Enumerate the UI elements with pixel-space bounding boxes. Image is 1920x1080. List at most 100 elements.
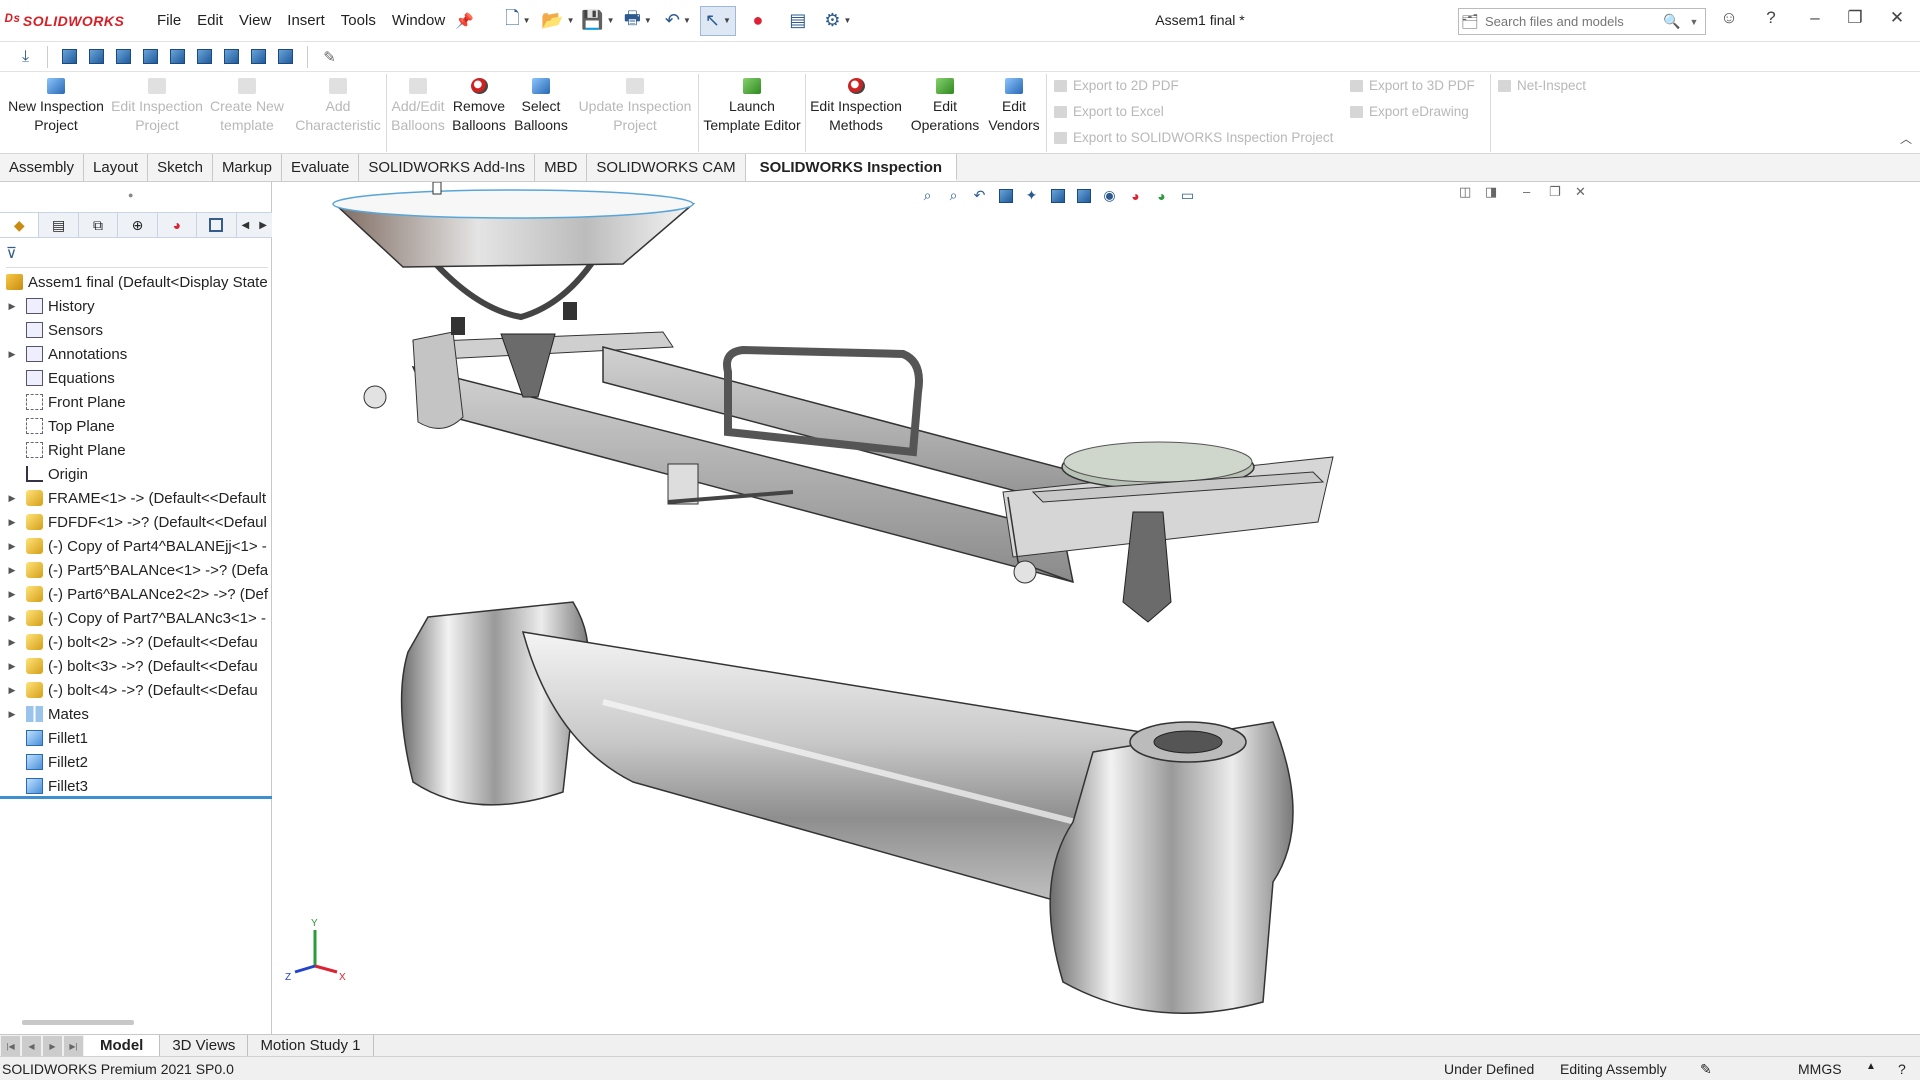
collapse-ribbon-icon[interactable]: ︿: [1900, 130, 1912, 147]
bottom-view-button[interactable]: [193, 46, 216, 68]
add-edit-balloons-button[interactable]: Add/Edit Balloons: [388, 78, 448, 135]
tree-item-right-plane[interactable]: Right Plane: [0, 438, 272, 462]
solidworks-logo[interactable]: ᴰˢ SOLIDWORKS: [4, 11, 144, 31]
new-inspection-project-button[interactable]: New Inspection Project: [4, 78, 108, 135]
trimetric-view-button[interactable]: [247, 46, 270, 68]
tree-horizontal-scrollbar[interactable]: [22, 1020, 134, 1025]
add-characteristic-button[interactable]: Add Characteristic: [292, 78, 384, 135]
right-view-button[interactable]: [139, 46, 162, 68]
menu-insert[interactable]: Insert: [279, 0, 333, 42]
net-inspect-button[interactable]: Net-Inspect: [1498, 78, 1586, 93]
tree-item-component[interactable]: ▶ FDFDF<1> ->? (Default<<Defaul: [0, 510, 272, 534]
open-button[interactable]: 📂 ▼: [540, 6, 576, 36]
next-tab-icon[interactable]: ▶: [43, 1036, 62, 1056]
tree-item-origin[interactable]: Origin: [0, 462, 272, 486]
edit-operations-button[interactable]: Edit Operations: [908, 78, 982, 135]
first-tab-icon[interactable]: |◀: [1, 1036, 20, 1056]
tree-item-annotations[interactable]: ▶ Annotations: [0, 342, 272, 366]
print-button[interactable]: 🖶 ▼: [620, 6, 656, 36]
menu-edit[interactable]: Edit: [189, 0, 231, 42]
rebuild-button[interactable]: ●: [740, 6, 776, 36]
last-tab-icon[interactable]: ▶|: [64, 1036, 83, 1056]
tab-mbd[interactable]: MBD: [535, 154, 588, 181]
tree-item-component[interactable]: ▶ (-) Copy of Part4^BALANEjj<1> -: [0, 534, 272, 558]
property-manager-tab[interactable]: ▤: [39, 213, 79, 237]
feature-manager-tab[interactable]: ◆: [0, 213, 40, 237]
tab-motion-study[interactable]: Motion Study 1: [248, 1035, 374, 1056]
previous-tab-icon[interactable]: ◀: [22, 1036, 41, 1056]
view-selector-button[interactable]: ✎: [318, 46, 341, 68]
select-balloons-button[interactable]: Select Balloons: [512, 78, 570, 135]
expand-arrow-icon[interactable]: ▶: [6, 493, 18, 504]
menu-tools[interactable]: Tools: [333, 0, 384, 42]
back-view-button[interactable]: [85, 46, 108, 68]
remove-balloons-button[interactable]: Remove Balloons: [450, 78, 508, 135]
expand-arrow-icon[interactable]: ▶: [6, 301, 18, 312]
tree-root[interactable]: Assem1 final (Default<Display State: [0, 270, 272, 294]
tree-item-sensors[interactable]: Sensors: [0, 318, 272, 342]
graphics-area[interactable]: ⌕ ⌕ ↶ ✦ ◉ ◕ ◕ ▭ ◫ ◨ – ❐ ✕ Y X Z: [273, 182, 1920, 1034]
update-inspection-project-button[interactable]: Update Inspection Project: [574, 78, 696, 135]
tree-item-front-plane[interactable]: Front Plane: [0, 390, 272, 414]
edit-inspection-methods-button[interactable]: Edit Inspection Methods: [808, 78, 904, 135]
launch-template-editor-button[interactable]: Launch Template Editor: [700, 78, 804, 135]
tabs-scroll-left-icon[interactable]: ◀: [237, 220, 255, 231]
rollback-bar[interactable]: [0, 796, 272, 799]
expand-arrow-icon[interactable]: ▶: [6, 349, 18, 360]
inspection-tab[interactable]: [197, 213, 237, 237]
left-view-button[interactable]: [112, 46, 135, 68]
expand-arrow-icon[interactable]: ▶: [6, 685, 18, 696]
export-inspection-project-button[interactable]: Export to SOLIDWORKS Inspection Project: [1054, 130, 1333, 145]
export-3d-pdf-button[interactable]: Export to 3D PDF: [1350, 78, 1475, 93]
tree-filter[interactable]: ⊽: [6, 244, 268, 268]
dimetric-view-button[interactable]: [274, 46, 297, 68]
expand-arrow-icon[interactable]: ▶: [6, 709, 18, 720]
edit-vendors-button[interactable]: Edit Vendors: [984, 78, 1044, 135]
tree-item-component[interactable]: ▶ (-) Part5^BALANce<1> ->? (Defa: [0, 558, 272, 582]
expand-arrow-icon[interactable]: ▶: [6, 517, 18, 528]
file-properties-button[interactable]: ▤: [780, 6, 816, 36]
menu-view[interactable]: View: [231, 0, 279, 42]
tree-item-equations[interactable]: Equations: [0, 366, 272, 390]
search-icon[interactable]: 🔍: [1661, 13, 1683, 30]
minimize-button[interactable]: –: [1800, 8, 1830, 34]
tree-item-component[interactable]: ▶ (-) bolt<2> ->? (Default<<Defau: [0, 630, 272, 654]
tabs-scroll-right-icon[interactable]: ▶: [254, 220, 272, 231]
export-excel-button[interactable]: Export to Excel: [1054, 104, 1164, 119]
tab-cam[interactable]: SOLIDWORKS CAM: [587, 154, 746, 181]
search-box[interactable]: 🗂 🔍 ▼: [1458, 8, 1706, 35]
menu-file[interactable]: File: [149, 0, 189, 42]
tab-sketch[interactable]: Sketch: [148, 154, 213, 181]
expand-arrow-icon[interactable]: ▶: [6, 613, 18, 624]
export-edrawing-button[interactable]: Export eDrawing: [1350, 104, 1469, 119]
status-help-icon[interactable]: ?: [1898, 1061, 1906, 1077]
tree-item-mates[interactable]: ▶ Mates: [0, 702, 272, 726]
panel-grip-icon[interactable]: ●: [128, 190, 133, 200]
new-document-button[interactable]: 🗋 ▼: [500, 6, 536, 36]
search-scope-icon[interactable]: 🗂: [1459, 13, 1481, 30]
create-new-template-button[interactable]: Create New template: [208, 78, 286, 135]
tab-layout[interactable]: Layout: [84, 154, 149, 181]
front-view-button[interactable]: [58, 46, 81, 68]
tab-assembly[interactable]: Assembly: [0, 154, 85, 181]
expand-arrow-icon[interactable]: ▶: [6, 661, 18, 672]
edit-inspection-project-button[interactable]: Edit Inspection Project: [110, 78, 204, 135]
export-2d-pdf-button[interactable]: Export to 2D PDF: [1054, 78, 1179, 93]
tree-item-component[interactable]: ▶ (-) bolt<4> ->? (Default<<Defau: [0, 678, 272, 702]
dimxpert-tab[interactable]: ⊕: [118, 213, 158, 237]
expand-arrow-icon[interactable]: ▶: [6, 541, 18, 552]
restore-button[interactable]: ❐: [1840, 8, 1870, 34]
isometric-view-button[interactable]: [220, 46, 243, 68]
model-render[interactable]: [273, 182, 1920, 1034]
tree-item-fillet[interactable]: Fillet2: [0, 750, 272, 774]
options-button[interactable]: ⚙ ▼: [820, 6, 856, 36]
expand-arrow-icon[interactable]: ▶: [6, 589, 18, 600]
display-manager-tab[interactable]: ◕: [158, 213, 198, 237]
undo-button[interactable]: ↶ ▼: [660, 6, 696, 36]
configuration-manager-tab[interactable]: ⧉: [79, 213, 119, 237]
expand-arrow-icon[interactable]: ▶: [6, 637, 18, 648]
tab-evaluate[interactable]: Evaluate: [282, 154, 360, 181]
tab-model[interactable]: Model: [84, 1035, 161, 1056]
close-button[interactable]: ✕: [1882, 8, 1912, 34]
pin-icon[interactable]: 📌: [455, 12, 474, 30]
